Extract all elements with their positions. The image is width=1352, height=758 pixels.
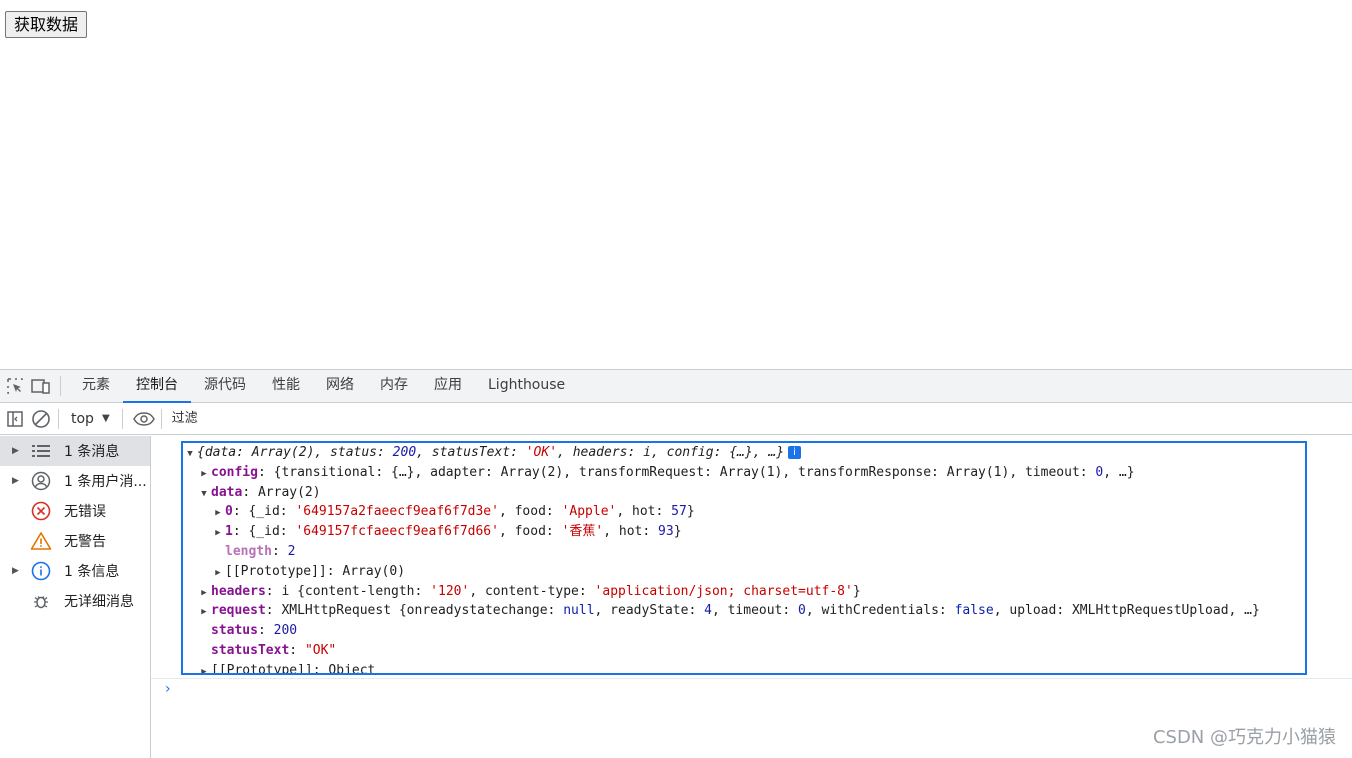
tab-lighthouse[interactable]: Lighthouse — [475, 370, 578, 402]
sidebar-item-label: 无错误 — [64, 504, 106, 520]
prop-row-length: length: 2 — [225, 543, 296, 559]
tab-sources[interactable]: 源代码 — [191, 370, 259, 402]
fetch-data-button[interactable]: 获取数据 — [5, 11, 88, 38]
sidebar-item-label: 无警告 — [64, 534, 106, 550]
eye-icon[interactable] — [132, 408, 155, 430]
prop-row-data-1[interactable]: ▶ 1: {_id: '649157fcfaeecf9eaf6f7d66', fo… — [183, 522, 1305, 542]
sidebar-item-info[interactable]: ▶ 1 条信息 — [0, 556, 150, 586]
prop-row-status-text: statusText: "OK" — [211, 642, 337, 658]
warning-icon — [30, 530, 52, 552]
expand-arrow-icon[interactable]: ▶ — [12, 566, 22, 576]
prop-row-data-prototype[interactable]: ▶ [[Prototype]]: Array(0) — [183, 562, 1305, 582]
sidebar-item-label: 无详细消息 — [64, 594, 134, 610]
devtools-tabbar: 元素 控制台 源代码 性能 网络 内存 应用 Lighthouse — [0, 370, 1352, 403]
info-badge-icon[interactable]: i — [788, 446, 802, 459]
log-object-tree: ▼ {data: Array(2), status: 200, statusTex… — [181, 441, 1307, 675]
device-toolbar-icon[interactable] — [30, 375, 52, 397]
inspect-element-icon[interactable] — [4, 375, 26, 397]
prop-row-headers[interactable]: ▶ headers: i {content-length: '120', cont… — [183, 582, 1305, 602]
user-icon — [30, 470, 52, 492]
filterbar-divider — [160, 408, 162, 429]
console-prompt[interactable]: › — [151, 678, 1352, 699]
console-output: ▼ {data: Array(2), status: 200, statusTex… — [151, 436, 1352, 758]
clear-console-icon[interactable] — [30, 408, 52, 430]
filter-input[interactable]: 过滤 — [168, 408, 1352, 430]
devtools-panel: 元素 控制台 源代码 性能 网络 内存 应用 Lighthouse top ▼ … — [0, 369, 1352, 758]
prop-row-prototype[interactable]: ▶ [[Prototype]]: Object — [183, 661, 1305, 673]
object-summary-row[interactable]: ▼ {data: Array(2), status: 200, statusTex… — [183, 443, 1305, 463]
sidebar-item-verbose[interactable]: 无详细消息 — [0, 586, 150, 616]
tab-elements[interactable]: 元素 — [69, 370, 123, 402]
console-filterbar: top ▼ 过滤 — [0, 403, 1352, 435]
sidebar-item-warnings[interactable]: 无警告 — [0, 526, 150, 556]
filterbar-divider — [121, 408, 123, 429]
prop-row-status: status: 200 — [211, 623, 298, 639]
sidebar-item-label: 1 条消息 — [64, 444, 120, 460]
chevron-down-icon: ▼ — [101, 413, 110, 424]
sidebar-toggle-icon[interactable] — [4, 408, 26, 430]
expand-arrow-icon[interactable]: ▶ — [12, 476, 22, 486]
filterbar-divider — [58, 408, 59, 429]
sidebar-item-user-messages[interactable]: ▶ 1 条用户消... — [0, 466, 150, 496]
prop-row-data[interactable]: ▼ data: Array(2) — [183, 483, 1305, 503]
toolbar-divider — [60, 376, 61, 396]
info-icon — [30, 560, 52, 582]
tab-application[interactable]: 应用 — [421, 370, 475, 402]
summary-text: {data: Array(2), status: 200, statusText… — [197, 445, 785, 460]
prop-row-request[interactable]: ▶ request: XMLHttpRequest {onreadystatech… — [183, 601, 1305, 621]
tab-console[interactable]: 控制台 — [123, 370, 191, 403]
console-sidebar: ▶ 1 条消息 ▶ 1 条用户消... 无错误 无警告 ▶ 1 条信息 无详细消… — [0, 436, 151, 758]
context-selector[interactable]: top ▼ — [65, 411, 116, 427]
expand-arrow-icon[interactable]: ▶ — [197, 663, 211, 673]
sidebar-item-label: 1 条信息 — [64, 564, 120, 580]
error-icon — [30, 500, 52, 522]
bug-icon — [30, 590, 52, 612]
prompt-chevron-icon: › — [165, 681, 171, 697]
list-icon — [30, 440, 52, 462]
tab-network[interactable]: 网络 — [313, 370, 367, 402]
expand-arrow-icon[interactable]: ▶ — [12, 446, 22, 456]
sidebar-item-messages[interactable]: ▶ 1 条消息 — [0, 436, 150, 466]
tab-performance[interactable]: 性能 — [259, 370, 313, 402]
context-label: top — [71, 410, 94, 427]
prop-row-config[interactable]: ▶ config: {transitional: {…}, adapter: Ar… — [183, 463, 1305, 483]
prop-row-data-0[interactable]: ▶ 0: {_id: '649157a2faeecf9eaf6f7d3e', fo… — [183, 502, 1305, 522]
sidebar-item-label: 1 条用户消... — [64, 474, 147, 490]
tab-memory[interactable]: 内存 — [367, 370, 421, 402]
watermark: CSDN @巧克力小猫猿 — [1152, 727, 1336, 748]
sidebar-item-errors[interactable]: 无错误 — [0, 496, 150, 526]
